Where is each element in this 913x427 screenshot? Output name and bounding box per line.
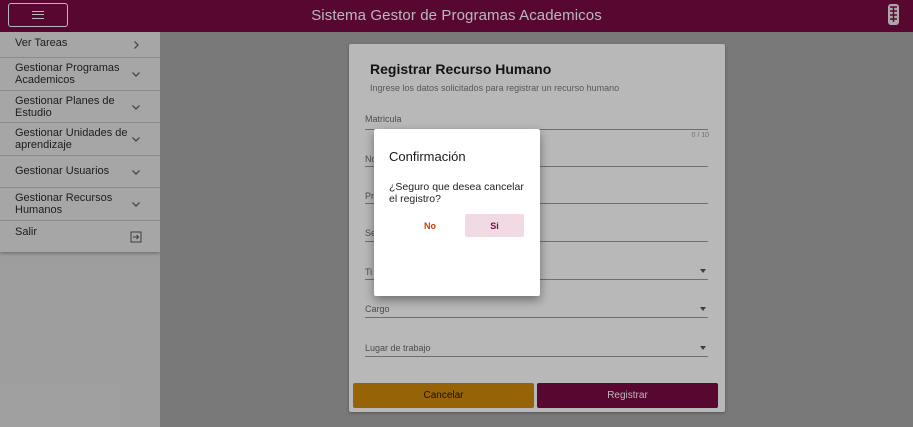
yes-button[interactable]: Si [465, 214, 524, 237]
confirmation-dialog: Confirmación ¿Seguro que desea cancelar … [374, 129, 540, 296]
dialog-title: Confirmación [389, 149, 466, 164]
dialog-message: ¿Seguro que desea cancelar el registro? [389, 181, 524, 205]
no-button[interactable]: No [410, 214, 450, 237]
